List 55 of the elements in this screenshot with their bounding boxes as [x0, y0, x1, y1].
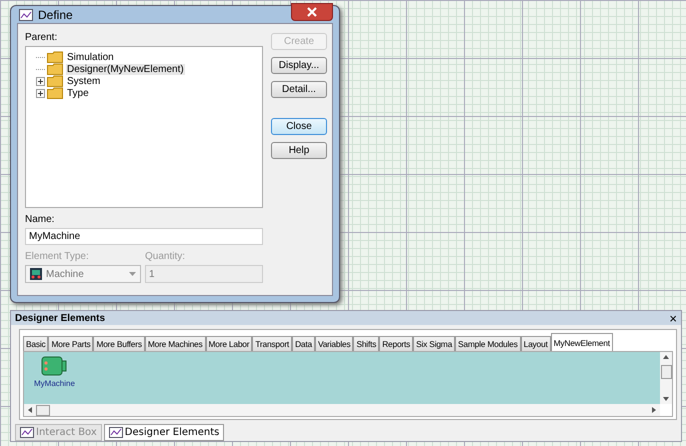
tab[interactable]: Reports [379, 336, 414, 351]
window-title: Define [38, 8, 73, 22]
vertical-scrollbar[interactable] [660, 352, 672, 404]
folder-icon [47, 87, 63, 99]
horizontal-scrollbar[interactable] [24, 404, 660, 416]
tab[interactable]: Data [292, 336, 315, 351]
tab[interactable]: Basic [23, 336, 48, 351]
tab[interactable]: Transport [252, 336, 292, 351]
tab[interactable]: More Buffers [93, 336, 145, 351]
name-field[interactable]: MyMachine [25, 228, 263, 245]
panel-title: Designer Elements [15, 312, 106, 324]
dialog-button[interactable]: Close [271, 118, 327, 135]
dialog-button[interactable]: Help [271, 142, 327, 159]
element-label[interactable]: MyMachine [34, 379, 75, 388]
tab[interactable]: MyNewElement [550, 333, 613, 351]
chart-icon [19, 8, 33, 20]
tab[interactable]: More Parts [48, 336, 94, 351]
expander-icon[interactable] [36, 76, 45, 86]
scroll-thumb[interactable] [36, 404, 50, 416]
chart-icon [20, 427, 34, 438]
caret-icon [129, 272, 136, 276]
dialog-button[interactable]: Display... [271, 57, 327, 74]
folder-icon [47, 51, 63, 63]
name-label: Name: [25, 214, 54, 225]
element-type-label: Element Type: [25, 251, 89, 262]
tab[interactable]: Six Sigma [413, 336, 456, 351]
folder-icon [47, 75, 63, 87]
tab[interactable]: Layout [520, 336, 551, 351]
folder-icon [47, 63, 63, 75]
expander-icon[interactable] [36, 88, 45, 98]
dialog-button[interactable]: Detail... [271, 81, 327, 98]
tree-item[interactable]: System [66, 76, 102, 86]
tree-item[interactable]: Designer(MyNewElement) [66, 64, 185, 74]
tab[interactable]: Variables [314, 336, 354, 351]
tree-item[interactable]: Simulation [66, 52, 115, 62]
machine-icon[interactable] [41, 356, 68, 376]
left-arrow-icon[interactable] [28, 407, 32, 413]
tab[interactable]: Sample Modules [455, 336, 521, 351]
tab[interactable]: Shifts [353, 336, 380, 351]
tab[interactable]: More Labor [206, 336, 252, 351]
close-button[interactable]: × [669, 312, 677, 324]
quantity-label: Quantity: [145, 251, 186, 262]
chart-icon [108, 427, 123, 438]
close-icon [307, 7, 317, 17]
tree-view[interactable]: Simulation Designer(MyNewElement) System Type [25, 46, 263, 208]
bottom-tab[interactable]: Designer Elements [104, 424, 224, 441]
parent-label: Parent: [25, 32, 58, 43]
machine-icon [30, 268, 42, 280]
scroll-thumb[interactable] [660, 365, 672, 379]
right-arrow-icon[interactable] [652, 407, 656, 413]
up-arrow-icon[interactable] [663, 355, 669, 359]
down-arrow-icon[interactable] [663, 397, 669, 401]
close-button[interactable] [291, 3, 333, 21]
tree-item[interactable]: Type [66, 88, 90, 98]
tab[interactable]: More Machines [144, 336, 206, 351]
